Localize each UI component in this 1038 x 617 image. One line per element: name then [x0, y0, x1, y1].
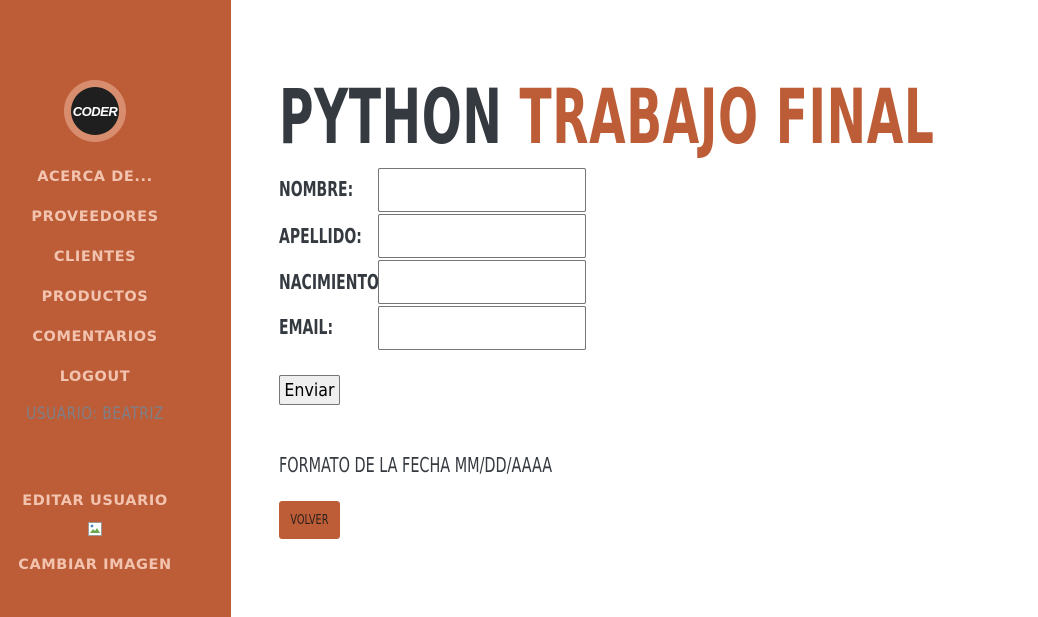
page-title-part1: PYTHON — [279, 72, 503, 161]
coder-logo[interactable]: CODER — [64, 80, 126, 142]
apellido-label: APELLIDO: — [279, 224, 362, 248]
nav-editar-usuario[interactable]: EDITAR USUARIO — [0, 491, 190, 511]
apellido-input[interactable] — [378, 214, 586, 258]
nacimiento-input[interactable] — [378, 260, 586, 304]
nombre-input[interactable] — [378, 168, 586, 212]
enviar-button-label: Enviar — [284, 379, 335, 401]
page-title-part2: TRABAJO FINAL — [519, 72, 935, 161]
nav-productos[interactable]: PRODUCTOS — [0, 287, 190, 307]
nav-logout[interactable]: LOGOUT — [0, 367, 190, 387]
volver-button-label: VOLVER — [290, 512, 329, 528]
current-user-label: USUARIO: BEATRIZ — [26, 404, 164, 424]
logo-text: CODER — [71, 87, 119, 135]
nacimiento-label: NACIMIENTO: — [279, 270, 385, 294]
page-title: PYTHON TRABAJO FINAL — [279, 72, 934, 162]
enviar-button[interactable]: Enviar — [279, 375, 340, 405]
sidebar: CODER ACERCA DE... PROVEEDORES CLIENTES … — [0, 0, 231, 617]
nombre-label: NOMBRE: — [279, 177, 354, 201]
broken-image-icon — [88, 522, 102, 536]
email-label: EMAIL: — [279, 315, 334, 339]
nav-comentarios[interactable]: COMENTARIOS — [0, 327, 190, 347]
nav-acerca-de[interactable]: ACERCA DE... — [0, 167, 190, 187]
nav-clientes[interactable]: CLIENTES — [0, 247, 190, 267]
nav-proveedores[interactable]: PROVEEDORES — [0, 207, 190, 227]
volver-button[interactable]: VOLVER — [279, 501, 340, 539]
date-format-hint: FORMATO DE LA FECHA MM/DD/AAAA — [279, 453, 553, 477]
email-input[interactable] — [378, 306, 586, 350]
nav-cambiar-imagen[interactable]: CAMBIAR IMAGEN — [0, 555, 190, 575]
